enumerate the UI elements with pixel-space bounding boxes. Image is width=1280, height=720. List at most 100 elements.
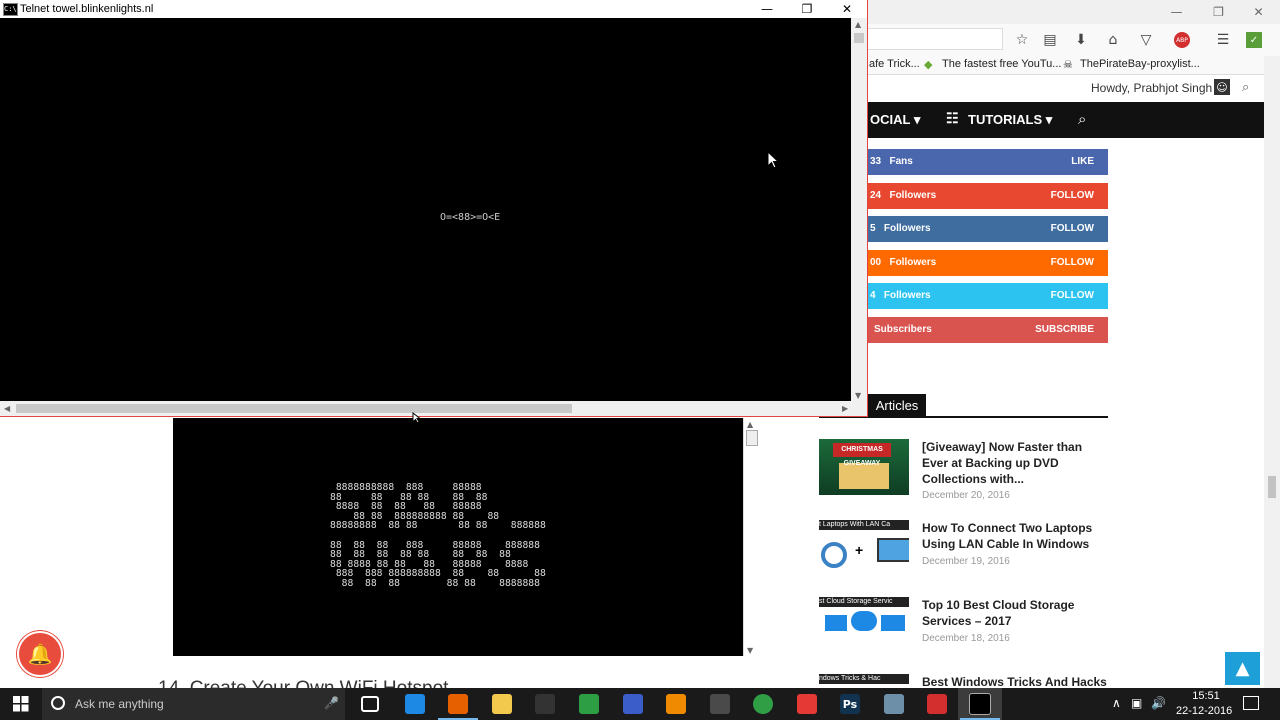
article-title[interactable]: How To Connect Two Laptops Using LAN Cab…: [922, 520, 1108, 552]
search-icon[interactable]: ⌕: [1242, 80, 1249, 95]
taskbar-media-app-button[interactable]: [698, 688, 742, 720]
taskbar-app-gallery-button[interactable]: [872, 688, 916, 720]
notification-bell-icon[interactable]: 🔔: [17, 631, 63, 677]
taskbar-app-red-button[interactable]: [785, 688, 829, 720]
embed-scroll-down-icon[interactable]: ▼: [747, 646, 753, 655]
article-thumbnail[interactable]: t Laptops With LAN Ca +: [819, 520, 909, 576]
media-app-icon: [710, 694, 730, 714]
nav-social[interactable]: OCIAL ▾: [870, 112, 920, 128]
action-center-icon[interactable]: [1243, 696, 1259, 710]
article-thumbnail[interactable]: st Cloud Storage Servic: [819, 597, 909, 653]
social-counter-google-plus[interactable]: 24 Followers FOLLOW: [868, 183, 1108, 209]
tab-articles[interactable]: Articles: [868, 394, 926, 417]
network-icon[interactable]: ▣: [1131, 696, 1142, 710]
taskbar-task-view-button[interactable]: [348, 688, 392, 720]
taskbar-store-button[interactable]: [523, 688, 567, 720]
embed-scrollbar-thumb[interactable]: [746, 430, 758, 446]
article-item[interactable]: ndows Tricks & Hac Best Windows Tricks A…: [819, 674, 1109, 688]
telnet-vertical-scroll-thumb[interactable]: [854, 33, 864, 43]
scroll-up-icon[interactable]: ▲: [855, 20, 861, 29]
follow-button[interactable]: FOLLOW: [1051, 290, 1094, 301]
taskbar-chrome-button[interactable]: [741, 688, 785, 720]
article-thumbnail[interactable]: CHRISTMAS GIVEAWAY: [819, 439, 909, 495]
browser-close-button[interactable]: ✕: [1236, 0, 1280, 24]
article-date: December 20, 2016: [922, 490, 1010, 501]
telnet-minimize-button[interactable]: —: [747, 0, 787, 18]
page-scrollbar[interactable]: [1264, 56, 1280, 688]
pocket-icon[interactable]: ▽: [1136, 30, 1156, 50]
windows-icon: [13, 696, 29, 712]
clock-time[interactable]: 15:51: [1188, 690, 1224, 702]
telnet-close-button[interactable]: ✕: [827, 0, 867, 18]
taskbar-vlc-button[interactable]: [654, 688, 698, 720]
embed-scroll-up-icon[interactable]: ▲: [747, 420, 753, 429]
telnet-window[interactable]: C:\ Telnet towel.blinkenlights.nl — ❐ ✕ …: [0, 0, 868, 417]
article-thumbnail[interactable]: ndows Tricks & Hac: [819, 674, 909, 688]
console-icon: C:\: [3, 3, 18, 16]
bookmark-item[interactable]: ThePirateBay-proxylist...: [1080, 58, 1200, 70]
camtasia-icon: [579, 694, 599, 714]
taskbar-file-explorer-button[interactable]: [480, 688, 524, 720]
embed-scrollbar[interactable]: [743, 418, 760, 656]
scrollbar-corner: [851, 401, 867, 416]
social-counter-linkedin[interactable]: 5 Followers FOLLOW: [868, 216, 1108, 242]
taskbar-command-prompt-button[interactable]: [958, 688, 1002, 720]
browser-restore-button[interactable]: ❐: [1196, 0, 1241, 24]
scroll-left-icon[interactable]: ◀: [4, 404, 10, 413]
start-button[interactable]: [0, 688, 42, 720]
bookmark-item[interactable]: The fastest free YouTu...: [942, 58, 1061, 70]
reading-list-icon[interactable]: ▤: [1040, 30, 1060, 50]
telnet-horizontal-scroll-thumb[interactable]: [16, 404, 572, 413]
bookmark-item[interactable]: afe Trick...: [869, 58, 920, 70]
clock-date[interactable]: 22-12-2016: [1176, 705, 1232, 717]
social-counter-twitter[interactable]: 4 Followers FOLLOW: [868, 283, 1108, 309]
bookmark-icon: ◆: [924, 59, 933, 71]
bookmark-star-icon[interactable]: ☆: [1012, 30, 1032, 50]
social-counter-youtube[interactable]: Subscribers SUBSCRIBE: [868, 317, 1108, 343]
like-button[interactable]: LIKE: [1071, 156, 1094, 167]
user-avatar-icon[interactable]: ☺: [1214, 79, 1230, 95]
taskbar-camtasia-button[interactable]: [567, 688, 611, 720]
microphone-icon[interactable]: 🎤: [324, 696, 339, 710]
taskbar-visual-studio-button[interactable]: [611, 688, 655, 720]
taskbar-app-blue-button[interactable]: [393, 688, 437, 720]
tutorials-icon: ☷: [946, 110, 959, 126]
cortana-icon[interactable]: [51, 696, 65, 710]
social-counter-rss[interactable]: 00 Followers FOLLOW: [868, 250, 1108, 276]
telnet-vertical-scrollbar[interactable]: [851, 18, 867, 401]
article-title[interactable]: Top 10 Best Cloud Storage Services – 201…: [922, 597, 1108, 629]
app-red-icon: [797, 694, 817, 714]
address-bar[interactable]: [868, 28, 1003, 50]
follow-button[interactable]: FOLLOW: [1051, 223, 1094, 234]
volume-icon[interactable]: 🔊: [1151, 696, 1166, 710]
follow-button[interactable]: FOLLOW: [1051, 190, 1094, 201]
telnet-restore-button[interactable]: ❐: [787, 0, 827, 18]
article-title[interactable]: Best Windows Tricks And Hacks: [922, 674, 1108, 688]
article-title[interactable]: [Giveaway] Now Faster than Ever at Backi…: [922, 439, 1108, 487]
menu-icon[interactable]: ☰: [1213, 30, 1233, 50]
adblock-icon[interactable]: ABP: [1170, 30, 1194, 50]
scroll-down-icon[interactable]: ▼: [855, 391, 861, 400]
scroll-right-icon[interactable]: ▶: [842, 404, 848, 413]
follow-button[interactable]: FOLLOW: [1051, 257, 1094, 268]
page-scrollbar-thumb[interactable]: [1268, 476, 1276, 498]
taskbar-photoshop-button[interactable]: Ps: [828, 688, 872, 720]
taskbar-app-orange-button[interactable]: [915, 688, 959, 720]
telnet-output-text: O=<88>=O<E: [440, 212, 501, 223]
search-placeholder[interactable]: Ask me anything: [75, 697, 164, 711]
user-greeting[interactable]: Howdy, Prabhjot Singh: [1091, 81, 1212, 95]
browser-minimize-button[interactable]: —: [1154, 0, 1199, 24]
taskbar-firefox-button[interactable]: [436, 688, 480, 720]
nav-tutorials[interactable]: TUTORIALS ▾: [968, 112, 1052, 128]
scroll-to-top-button[interactable]: ▲: [1225, 652, 1260, 685]
subscribe-button[interactable]: SUBSCRIBE: [1035, 324, 1094, 335]
social-counter-facebook[interactable]: 33 Fans LIKE: [868, 149, 1108, 175]
home-icon[interactable]: ⌂: [1103, 30, 1123, 50]
firefox-icon: [448, 694, 468, 714]
video-ascii-art: 8888888888 888 88888 88 88 88 88 88 88 8…: [330, 482, 546, 589]
nav-search-icon[interactable]: ⌕: [1078, 110, 1086, 128]
tray-overflow-icon[interactable]: ∧: [1112, 696, 1121, 710]
download-icon[interactable]: ⬇: [1071, 30, 1091, 50]
extension-icon[interactable]: ✓: [1244, 30, 1264, 50]
site-navigation: [868, 102, 1264, 138]
